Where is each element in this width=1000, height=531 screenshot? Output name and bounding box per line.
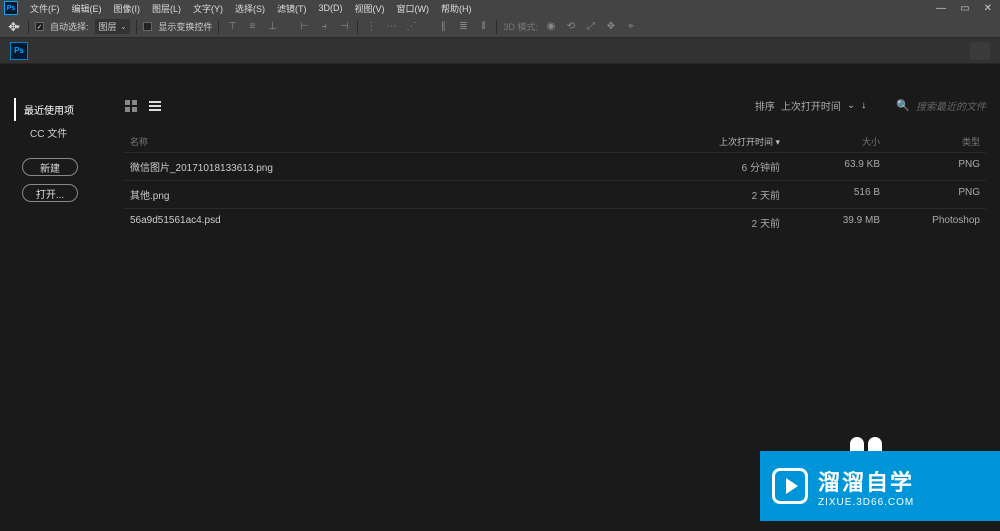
menu-image[interactable]: 图像(I): [108, 2, 147, 15]
column-time[interactable]: 上次打开时间 ▾: [680, 135, 780, 148]
3d-icon-3[interactable]: ⤢: [584, 20, 598, 34]
divider: [496, 20, 497, 34]
document-bar: Ps: [0, 38, 1000, 64]
menu-window[interactable]: 窗口(W): [391, 2, 436, 15]
distribute-6-icon[interactable]: ⫴: [476, 20, 490, 34]
panel-toggle-icon[interactable]: [970, 42, 990, 60]
sidebar: 最近使用项 CC 文件 新建 打开...: [0, 64, 110, 531]
table-row[interactable]: 微信图片_20171018133613.png 6 分钟前 63.9 KB PN…: [124, 152, 986, 180]
menu-filter[interactable]: 滤镜(T): [271, 2, 313, 15]
3d-icon-2[interactable]: ⟲: [564, 20, 578, 34]
file-time: 2 天前: [680, 215, 780, 230]
file-time: 6 分钟前: [680, 159, 780, 174]
menu-3d[interactable]: 3D(D): [313, 3, 349, 13]
table-row[interactable]: 其他.png 2 天前 516 B PNG: [124, 180, 986, 208]
file-size: 63.9 KB: [780, 159, 880, 174]
sidebar-item-cc-files[interactable]: CC 文件: [22, 121, 100, 144]
app-logo-icon: Ps: [4, 1, 18, 15]
menu-view[interactable]: 视图(V): [349, 2, 391, 15]
menu-help[interactable]: 帮助(H): [435, 2, 478, 15]
divider: [136, 20, 137, 34]
close-button[interactable]: ✕: [984, 3, 992, 14]
watermark-url: ZIXUE.3D66.COM: [818, 497, 914, 508]
sort-direction-icon[interactable]: ↓: [861, 100, 866, 111]
sidebar-item-recent[interactable]: 最近使用项: [14, 98, 100, 121]
align-left-icon[interactable]: ⊢: [297, 20, 311, 34]
sort-control[interactable]: 排序 上次打开时间 ⌄ ↓: [755, 98, 866, 113]
list-view-icon[interactable]: [148, 99, 162, 113]
align-top-icon[interactable]: ⊤: [225, 20, 239, 34]
file-name: 微信图片_20171018133613.png: [130, 159, 680, 174]
auto-select-checkbox[interactable]: ✓: [35, 22, 44, 31]
watermark-ears-icon: [850, 437, 882, 451]
menu-layer[interactable]: 图层(L): [146, 2, 187, 15]
restore-button[interactable]: ▭: [960, 3, 969, 14]
3d-icon-4[interactable]: ✥: [604, 20, 618, 34]
file-name: 其他.png: [130, 187, 680, 202]
search-placeholder: 搜索最近的文件: [916, 98, 986, 113]
distribute-v-icon[interactable]: ⋯: [384, 20, 398, 34]
menu-select[interactable]: 选择(S): [229, 2, 271, 15]
view-toggle: [124, 99, 162, 113]
divider: [357, 20, 358, 34]
table-header: 名称 上次打开时间 ▾ 大小 类型: [124, 131, 986, 152]
show-transform-label: 显示变换控件: [158, 20, 212, 33]
watermark-title: 溜溜自学: [818, 465, 914, 497]
minimize-button[interactable]: —: [936, 3, 946, 14]
align-center-icon[interactable]: ⫞: [317, 20, 331, 34]
options-bar: ✥▾ ✓ 自动选择: 图层 ⌄ 显示变换控件 ⊤ ≡ ⊥ ⊢ ⫞ ⊣ ⋮ ⋯ ⋰…: [0, 16, 1000, 38]
column-size[interactable]: 大小: [780, 135, 880, 148]
move-tool-icon[interactable]: ✥▾: [6, 19, 22, 35]
content-toolbar: 排序 上次打开时间 ⌄ ↓ 🔍 搜索最近的文件: [124, 98, 986, 113]
file-size: 516 B: [780, 187, 880, 202]
sort-label: 排序: [755, 98, 775, 113]
file-type: PNG: [880, 159, 980, 174]
divider: [28, 20, 29, 34]
distribute-h-icon[interactable]: ⋮: [364, 20, 378, 34]
show-transform-checkbox[interactable]: [143, 22, 152, 31]
chevron-down-icon: ⌄: [847, 100, 855, 111]
menu-file[interactable]: 文件(F): [24, 2, 66, 15]
align-right-icon[interactable]: ⊣: [337, 20, 351, 34]
distribute-5-icon[interactable]: ≣: [456, 20, 470, 34]
menu-edit[interactable]: 编辑(E): [66, 2, 108, 15]
3d-icon-5[interactable]: ⌖: [624, 20, 638, 34]
align-middle-icon[interactable]: ≡: [245, 20, 259, 34]
align-bottom-icon[interactable]: ⊥: [265, 20, 279, 34]
divider: [218, 20, 219, 34]
file-time: 2 天前: [680, 187, 780, 202]
search-input[interactable]: 🔍 搜索最近的文件: [896, 98, 986, 113]
auto-select-label: 自动选择:: [50, 20, 89, 33]
play-icon: [772, 468, 808, 504]
app-logo-icon: Ps: [10, 42, 28, 60]
sort-option: 上次打开时间: [781, 98, 841, 113]
search-icon: 🔍: [896, 99, 910, 112]
file-type: Photoshop: [880, 215, 980, 230]
column-name[interactable]: 名称: [130, 135, 680, 148]
grid-view-icon[interactable]: [124, 99, 138, 113]
new-button[interactable]: 新建: [22, 158, 78, 176]
open-button[interactable]: 打开...: [22, 184, 78, 202]
table-row[interactable]: 56a9d51561ac4.psd 2 天前 39.9 MB Photoshop: [124, 208, 986, 236]
auto-select-target[interactable]: 图层 ⌄: [95, 19, 131, 34]
menu-type[interactable]: 文字(Y): [187, 2, 229, 15]
distribute-3-icon[interactable]: ⋰: [404, 20, 418, 34]
file-type: PNG: [880, 187, 980, 202]
watermark-banner: 溜溜自学 ZIXUE.3D66.COM: [760, 451, 1000, 521]
distribute-4-icon[interactable]: ∥: [436, 20, 450, 34]
menu-bar: Ps 文件(F) 编辑(E) 图像(I) 图层(L) 文字(Y) 选择(S) 滤…: [0, 0, 1000, 16]
3d-icon-1[interactable]: ◉: [544, 20, 558, 34]
file-name: 56a9d51561ac4.psd: [130, 215, 680, 230]
column-type[interactable]: 类型: [880, 135, 980, 148]
window-controls: — ▭ ✕: [936, 3, 992, 14]
file-size: 39.9 MB: [780, 215, 880, 230]
mode-3d-label: 3D 模式:: [503, 20, 538, 33]
